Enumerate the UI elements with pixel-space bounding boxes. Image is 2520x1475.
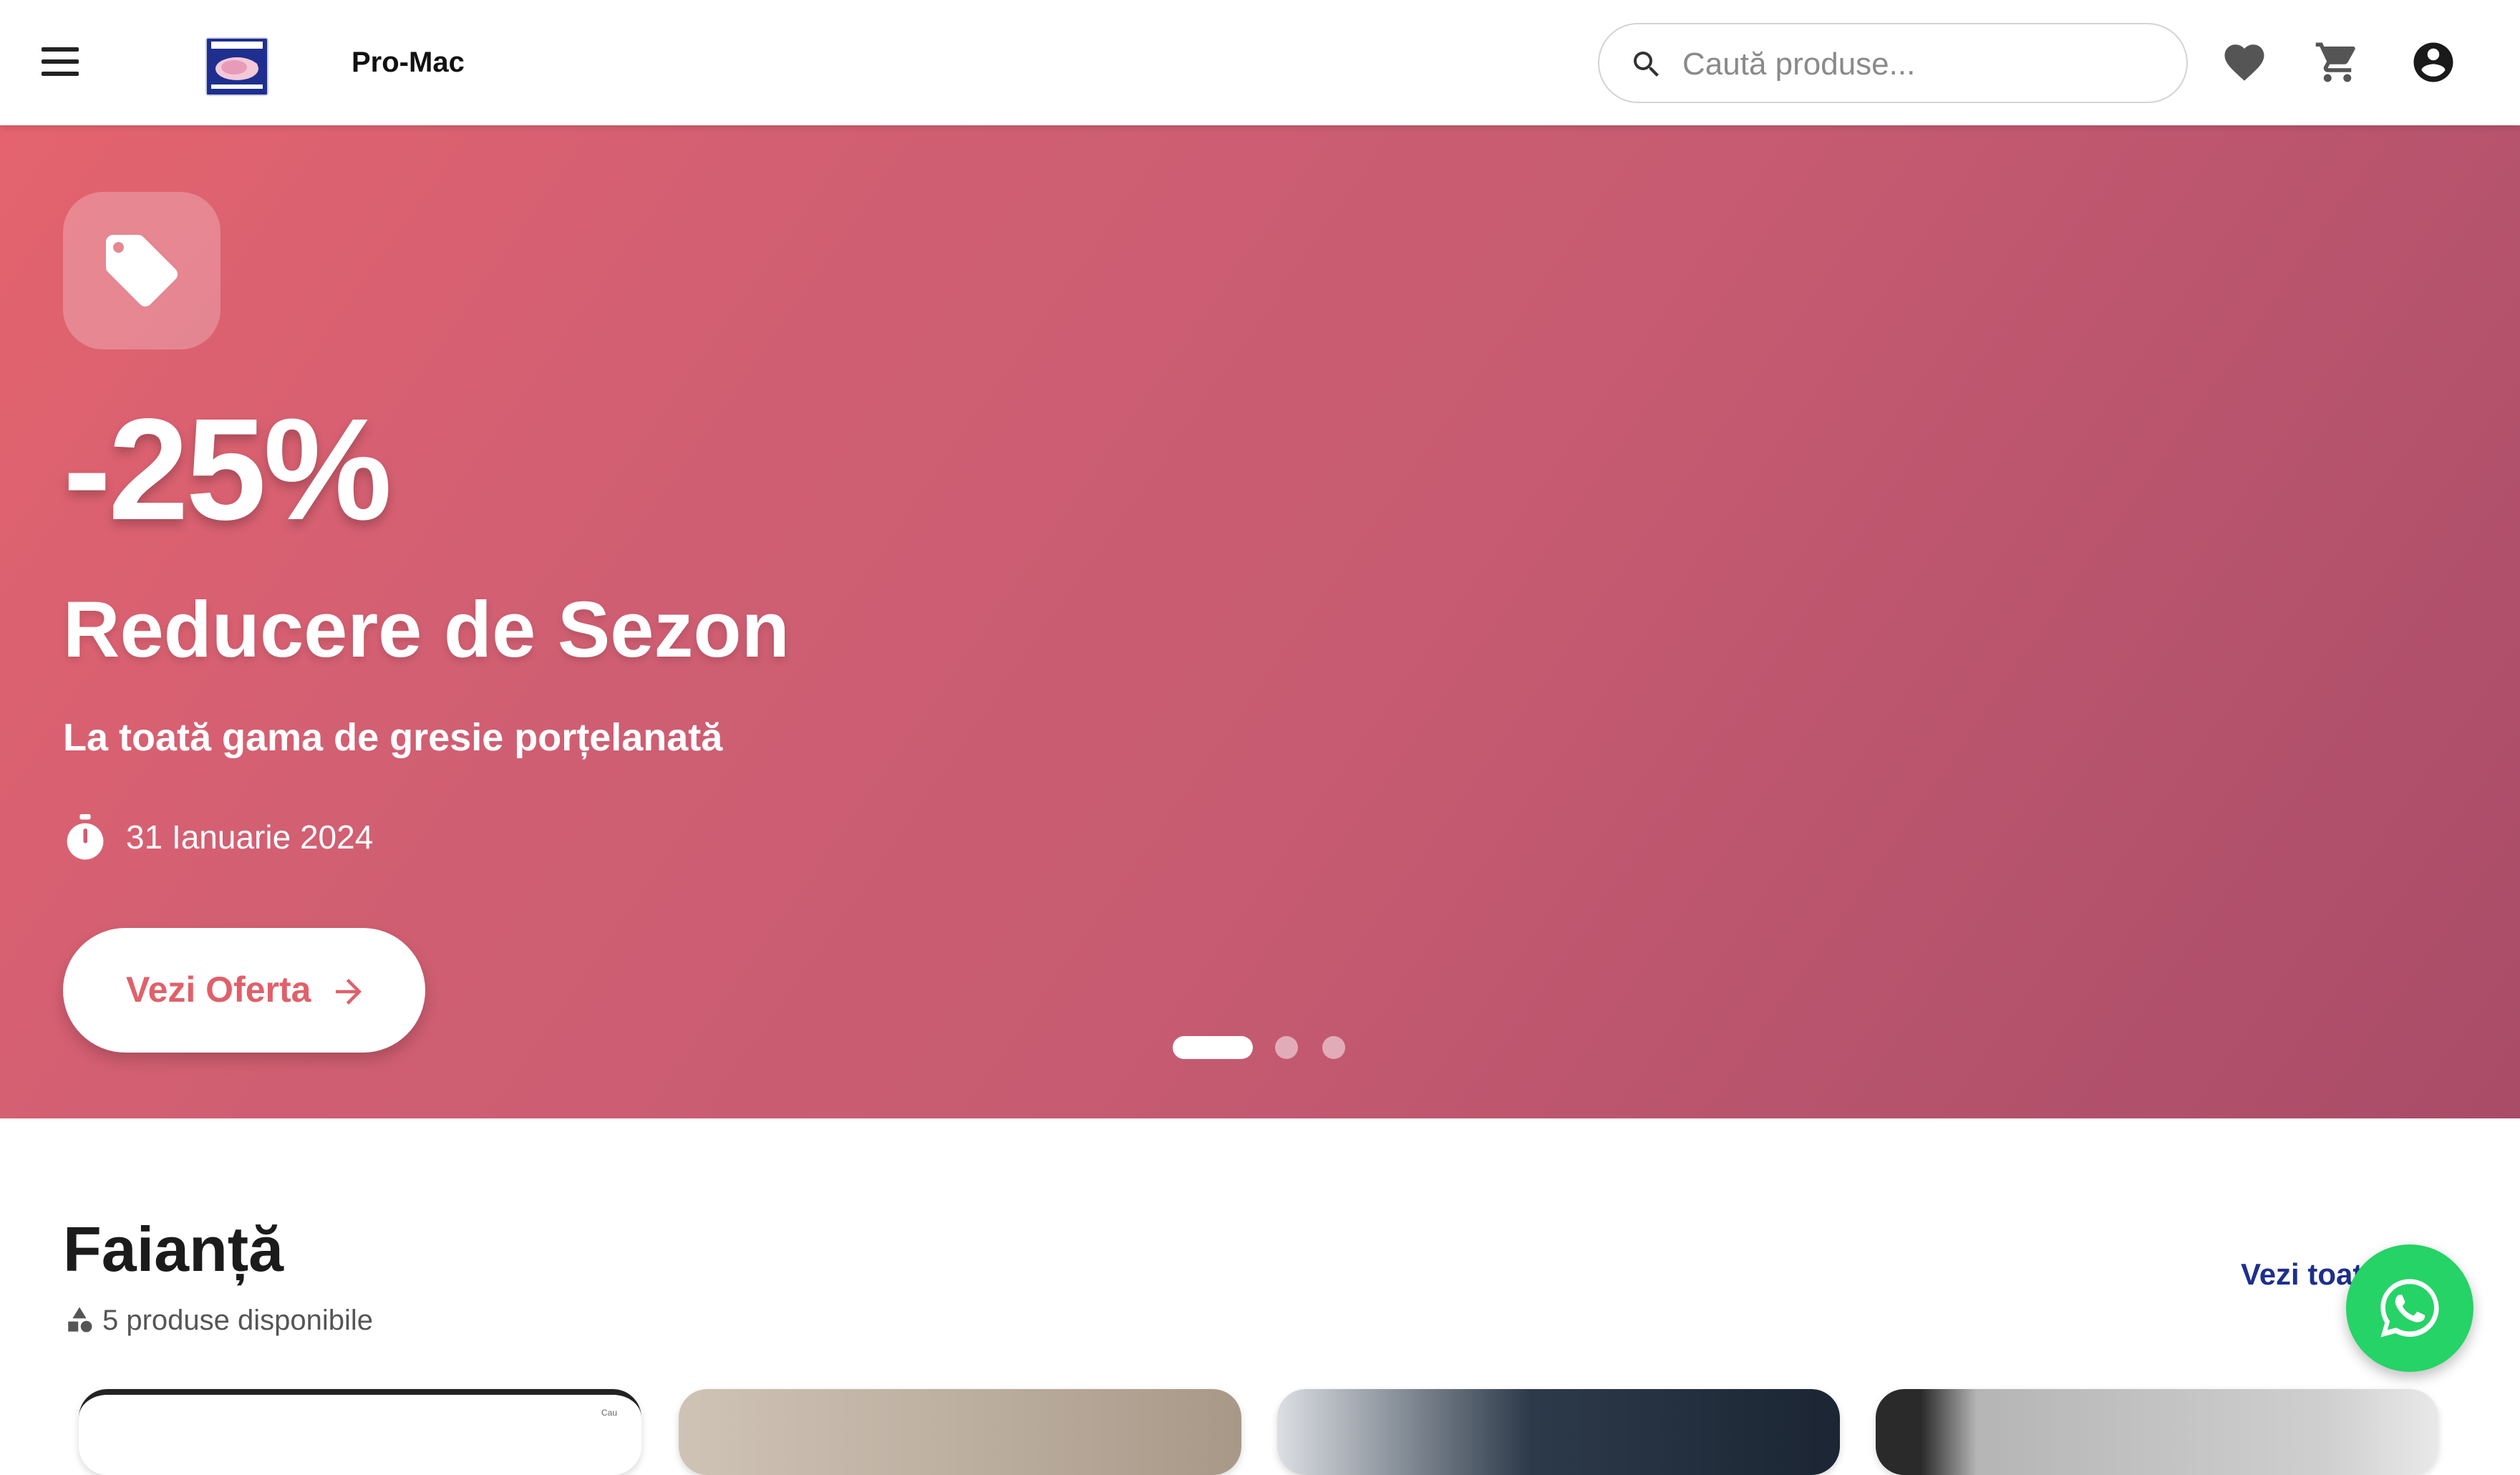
menu-icon[interactable]: [42, 47, 79, 76]
carousel-dot-2[interactable]: [1275, 1036, 1298, 1059]
tag-icon: [106, 235, 178, 306]
search-icon: [1634, 52, 1659, 77]
top-app-bar: Pro-Mac: [0, 0, 2520, 125]
category-title: Faianță: [63, 1214, 284, 1285]
product-card[interactable]: Cau: [79, 1389, 641, 1475]
product-card[interactable]: [679, 1389, 1241, 1475]
whatsapp-icon: [2380, 1279, 2439, 1338]
hero-banner: -25% Reducere de Sezon La toată gama de …: [0, 125, 2520, 1118]
account-icon[interactable]: [2410, 39, 2457, 86]
discount-value: -25%: [63, 388, 392, 550]
product-card[interactable]: [1876, 1389, 2438, 1475]
card-mini-text: Cau: [601, 1408, 618, 1418]
brand-name: Pro-Mac: [352, 47, 465, 78]
cart-icon[interactable]: [2314, 39, 2361, 86]
view-offer-button[interactable]: Vezi Oferta: [63, 928, 425, 1053]
offer-end-date: 31 Ianuarie 2024: [126, 818, 374, 856]
carousel-dot-1[interactable]: [1173, 1036, 1253, 1059]
hero-title: Reducere de Sezon: [63, 586, 790, 674]
view-offer-label: Vezi Oferta: [126, 969, 311, 1010]
tag-badge: [63, 192, 220, 349]
search-input[interactable]: [1681, 42, 2156, 87]
product-card[interactable]: [1277, 1389, 1840, 1475]
carousel-dot-3[interactable]: [1322, 1036, 1345, 1059]
timer-icon: [63, 814, 107, 861]
heart-icon[interactable]: [2221, 39, 2268, 86]
hero-subtitle: La toată gama de gresie porțelanată: [63, 716, 723, 759]
whatsapp-button[interactable]: [2346, 1244, 2473, 1372]
brand-logo[interactable]: [205, 37, 268, 96]
shapes-icon: [64, 1305, 94, 1335]
arrow-right-icon: [336, 979, 362, 1005]
product-count: 5 produse disponibile: [102, 1305, 374, 1336]
search-bar[interactable]: [1598, 23, 2188, 103]
